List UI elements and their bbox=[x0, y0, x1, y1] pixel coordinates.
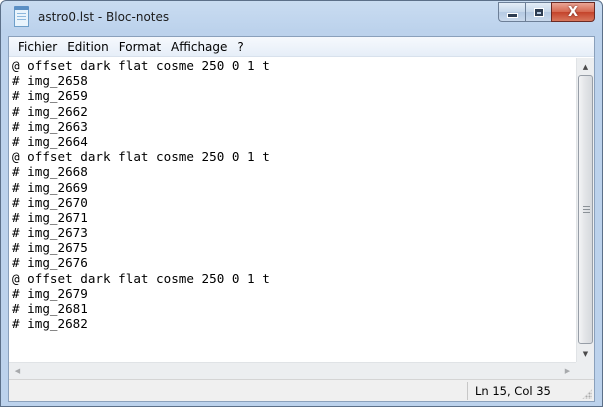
minimize-icon bbox=[506, 13, 518, 18]
resize-grip-icon[interactable] bbox=[582, 389, 592, 399]
scroll-down-arrow-icon[interactable]: ▼ bbox=[577, 345, 594, 362]
menu-affichage[interactable]: Affichage bbox=[166, 38, 232, 56]
window-title: astro0.lst - Bloc-notes bbox=[38, 10, 170, 24]
scroll-grip-icon bbox=[583, 206, 590, 213]
menu-format[interactable]: Format bbox=[114, 38, 166, 56]
text-line[interactable]: # img_2679 bbox=[9, 286, 576, 301]
text-line[interactable]: @ offset dark flat cosme 250 0 1 t bbox=[9, 58, 576, 73]
menu-edition[interactable]: Edition bbox=[62, 38, 114, 56]
text-line[interactable]: # img_2681 bbox=[9, 301, 576, 316]
text-line[interactable]: # img_2676 bbox=[9, 255, 576, 270]
scroll-right-arrow-icon[interactable]: ▶ bbox=[559, 363, 576, 379]
scrollbar-corner bbox=[576, 362, 594, 379]
vertical-scroll-thumb[interactable] bbox=[578, 75, 593, 344]
notepad-app-icon[interactable] bbox=[14, 6, 29, 27]
text-line[interactable]: # img_2682 bbox=[9, 316, 576, 331]
text-line[interactable]: # img_2669 bbox=[9, 180, 576, 195]
cursor-position: Ln 15, Col 35 bbox=[475, 384, 551, 398]
menu-bar: Fichier Edition Format Affichage ? bbox=[9, 37, 594, 57]
text-line[interactable]: @ offset dark flat cosme 250 0 1 t bbox=[9, 149, 576, 164]
text-line[interactable]: # img_2675 bbox=[9, 240, 576, 255]
status-separator bbox=[467, 382, 468, 400]
status-bar: Ln 15, Col 35 bbox=[9, 379, 594, 401]
close-button[interactable]: X bbox=[551, 2, 595, 22]
notepad-window: astro0.lst - Bloc-notes X Fichier Editio… bbox=[0, 0, 603, 407]
vertical-scrollbar[interactable]: ▲ ▼ bbox=[576, 58, 594, 362]
maximize-icon bbox=[534, 8, 543, 16]
title-bar[interactable]: astro0.lst - Bloc-notes X bbox=[1, 1, 602, 36]
maximize-button[interactable] bbox=[525, 2, 551, 22]
scroll-up-arrow-icon[interactable]: ▲ bbox=[577, 58, 594, 75]
caption-buttons: X bbox=[498, 2, 595, 22]
text-line[interactable]: # img_2658 bbox=[9, 73, 576, 88]
menu-fichier[interactable]: Fichier bbox=[13, 38, 62, 56]
text-line[interactable]: # img_2659 bbox=[9, 88, 576, 103]
text-line[interactable]: # img_2673 bbox=[9, 225, 576, 240]
client-area: Fichier Edition Format Affichage ? @ off… bbox=[8, 36, 595, 402]
scroll-left-arrow-icon[interactable]: ◀ bbox=[9, 363, 26, 379]
text-line[interactable]: # img_2668 bbox=[9, 164, 576, 179]
minimize-button[interactable] bbox=[498, 2, 525, 22]
menu-help[interactable]: ? bbox=[232, 38, 248, 56]
text-editor[interactable]: @ offset dark flat cosme 250 0 1 t # img_… bbox=[9, 58, 576, 362]
text-line[interactable]: # img_2671 bbox=[9, 210, 576, 225]
text-line[interactable]: # img_2662 bbox=[9, 104, 576, 119]
text-line[interactable]: # img_2663 bbox=[9, 119, 576, 134]
text-line[interactable]: @ offset dark flat cosme 250 0 1 t bbox=[9, 271, 576, 286]
text-line[interactable]: # img_2670 bbox=[9, 195, 576, 210]
close-icon: X bbox=[567, 4, 579, 20]
horizontal-scrollbar[interactable]: ◀ ▶ bbox=[9, 362, 576, 379]
text-line[interactable]: # img_2664 bbox=[9, 134, 576, 149]
